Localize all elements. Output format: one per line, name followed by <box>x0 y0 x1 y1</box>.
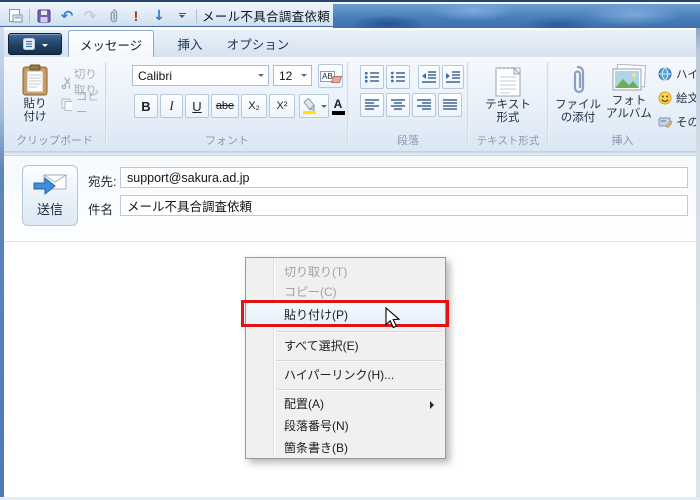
clipboard-icon <box>22 64 48 96</box>
redo-icon: ↷ <box>81 7 99 25</box>
send-button[interactable]: 送信 <box>22 165 78 226</box>
hyperlink-button[interactable]: ハイパーリン <box>658 66 700 82</box>
annotation-red-box <box>241 300 449 327</box>
notepad-icon <box>494 64 522 97</box>
bold-button[interactable]: B <box>134 94 158 118</box>
italic-button[interactable]: I <box>160 94 183 118</box>
font-color-button[interactable]: A <box>331 94 345 118</box>
menu-item-paragraph-number[interactable]: 段落番号(N) <box>248 416 443 436</box>
chevron-down-icon <box>258 74 264 77</box>
ribbon-group-clipboard: 貼り 付け 切り取り コピー クリップボード <box>4 57 105 151</box>
align-left-button[interactable] <box>360 93 384 117</box>
group-label-textformat: テキスト形式 <box>469 133 547 148</box>
group-label-clipboard: クリップボード <box>4 132 105 148</box>
text-format-button[interactable]: テキスト 形式 <box>480 61 536 131</box>
send-mail-icon <box>32 173 68 197</box>
quick-access-toolbar: ↶ ↷ ! ↓ メール不具合調査依頼 <box>6 5 330 26</box>
superscript-button[interactable]: X² <box>269 94 295 118</box>
chevron-down-icon <box>321 105 327 108</box>
emoji-button[interactable]: 絵文字 <box>658 90 700 106</box>
card-pencil-icon <box>658 116 672 128</box>
menu-item-align[interactable]: 配置(A) <box>248 394 443 414</box>
menu-item-cut: 切り取り(T) <box>248 262 443 282</box>
eraser-icon <box>331 76 343 83</box>
menu-separator <box>277 331 442 332</box>
bullet-list-button[interactable] <box>386 65 410 89</box>
ribbon-group-paragraph: 段落 <box>349 57 467 151</box>
ribbon-group-insert: ファイル の添付 フォト アルバム ハイパーリン 絵文字 <box>549 57 696 151</box>
app-menu-button[interactable] <box>8 33 62 55</box>
underline-button[interactable]: U <box>185 94 209 118</box>
window-icon[interactable] <box>6 7 24 25</box>
attach-file-button[interactable]: ファイル の添付 <box>554 61 602 131</box>
menu-list-icon <box>23 38 37 50</box>
menu-item-hyperlink[interactable]: ハイパーリンク(H)... <box>248 365 443 385</box>
smiley-icon <box>658 91 672 105</box>
color-swatch <box>332 111 345 115</box>
menu-separator <box>277 389 442 390</box>
toolbar-separator <box>196 9 197 23</box>
tab-message[interactable]: メッセージ <box>68 30 154 57</box>
subscript-button[interactable]: X₂ <box>241 94 267 118</box>
align-center-button[interactable] <box>386 93 410 117</box>
menu-item-bullets[interactable]: 箇条書き(B) <box>248 438 443 458</box>
globe-icon <box>658 67 672 81</box>
menu-item-copy: コピー(C) <box>248 282 443 302</box>
justify-button[interactable] <box>438 93 462 117</box>
ribbon: 貼り 付け 切り取り コピー クリップボード Calibri 12 AB <box>4 57 696 151</box>
window-border-left <box>0 0 4 500</box>
decrease-indent-button[interactable] <box>418 65 440 89</box>
tab-insert[interactable]: 挿入 <box>162 30 218 57</box>
mouse-cursor <box>384 307 404 336</box>
window-title: メール不具合調査依頼 <box>202 6 330 25</box>
context-menu: 切り取り(T) コピー(C) 貼り付け(P) すべて選択(E) ハイパーリンク(… <box>245 257 446 459</box>
highlight-button[interactable] <box>299 94 329 118</box>
group-label-insert: 挿入 <box>549 132 696 148</box>
subject-input[interactable] <box>120 195 688 216</box>
tab-options[interactable]: オプション <box>222 30 294 57</box>
to-label: 宛先: <box>88 171 116 190</box>
subject-label: 件名 <box>88 199 113 218</box>
numbered-list-button[interactable] <box>360 65 384 89</box>
copy-icon <box>61 98 72 111</box>
highlighter-icon <box>302 98 318 114</box>
chevron-down-icon <box>301 74 307 77</box>
toolbar-separator <box>29 9 30 23</box>
low-importance-icon[interactable]: ↓ <box>150 7 168 25</box>
title-bar[interactable]: ↶ ↷ ! ↓ メール不具合調査依頼 <box>0 0 700 27</box>
group-label-font: フォント <box>107 132 347 148</box>
font-size-combo[interactable]: 12 <box>273 65 312 86</box>
photo-album-button[interactable]: フォト アルバム <box>604 61 654 131</box>
font-family-combo[interactable]: Calibri <box>132 65 269 86</box>
window-border-right <box>696 0 700 500</box>
increase-indent-button[interactable] <box>442 65 464 89</box>
header-body-divider <box>4 241 696 242</box>
save-icon[interactable] <box>35 7 53 25</box>
mail-compose-window: ↶ ↷ ! ↓ メール不具合調査依頼 メッセージ 挿入 オプション <box>0 0 700 500</box>
undo-icon[interactable]: ↶ <box>58 7 76 25</box>
menu-item-select-all[interactable]: すべて選択(E) <box>248 336 443 356</box>
paperclip-icon <box>569 64 587 97</box>
high-importance-icon[interactable]: ! <box>127 7 145 25</box>
copy-button: コピー <box>61 88 105 120</box>
group-label-paragraph: 段落 <box>349 132 467 148</box>
to-input[interactable] <box>120 167 688 188</box>
ribbon-group-textformat: テキスト 形式 テキスト形式 <box>469 57 547 151</box>
scissors-icon <box>61 76 70 89</box>
chevron-down-icon <box>42 44 48 47</box>
ribbon-group-font: Calibri 12 AB B I U abe X₂ X² A フォント <box>107 57 347 151</box>
aero-glass-blur <box>333 4 700 28</box>
strikethrough-button[interactable]: abe <box>211 94 239 118</box>
paste-button[interactable]: 貼り 付け <box>12 61 58 131</box>
clear-formatting-button[interactable]: AB <box>318 64 343 88</box>
insert-other-button[interactable]: その他 <box>658 114 700 130</box>
toolbar-overflow-icon[interactable] <box>173 7 191 25</box>
menu-separator <box>277 360 442 361</box>
photo-album-icon <box>612 64 646 93</box>
attach-icon[interactable] <box>104 7 122 25</box>
submenu-arrow-icon <box>430 401 434 409</box>
align-right-button[interactable] <box>412 93 436 117</box>
